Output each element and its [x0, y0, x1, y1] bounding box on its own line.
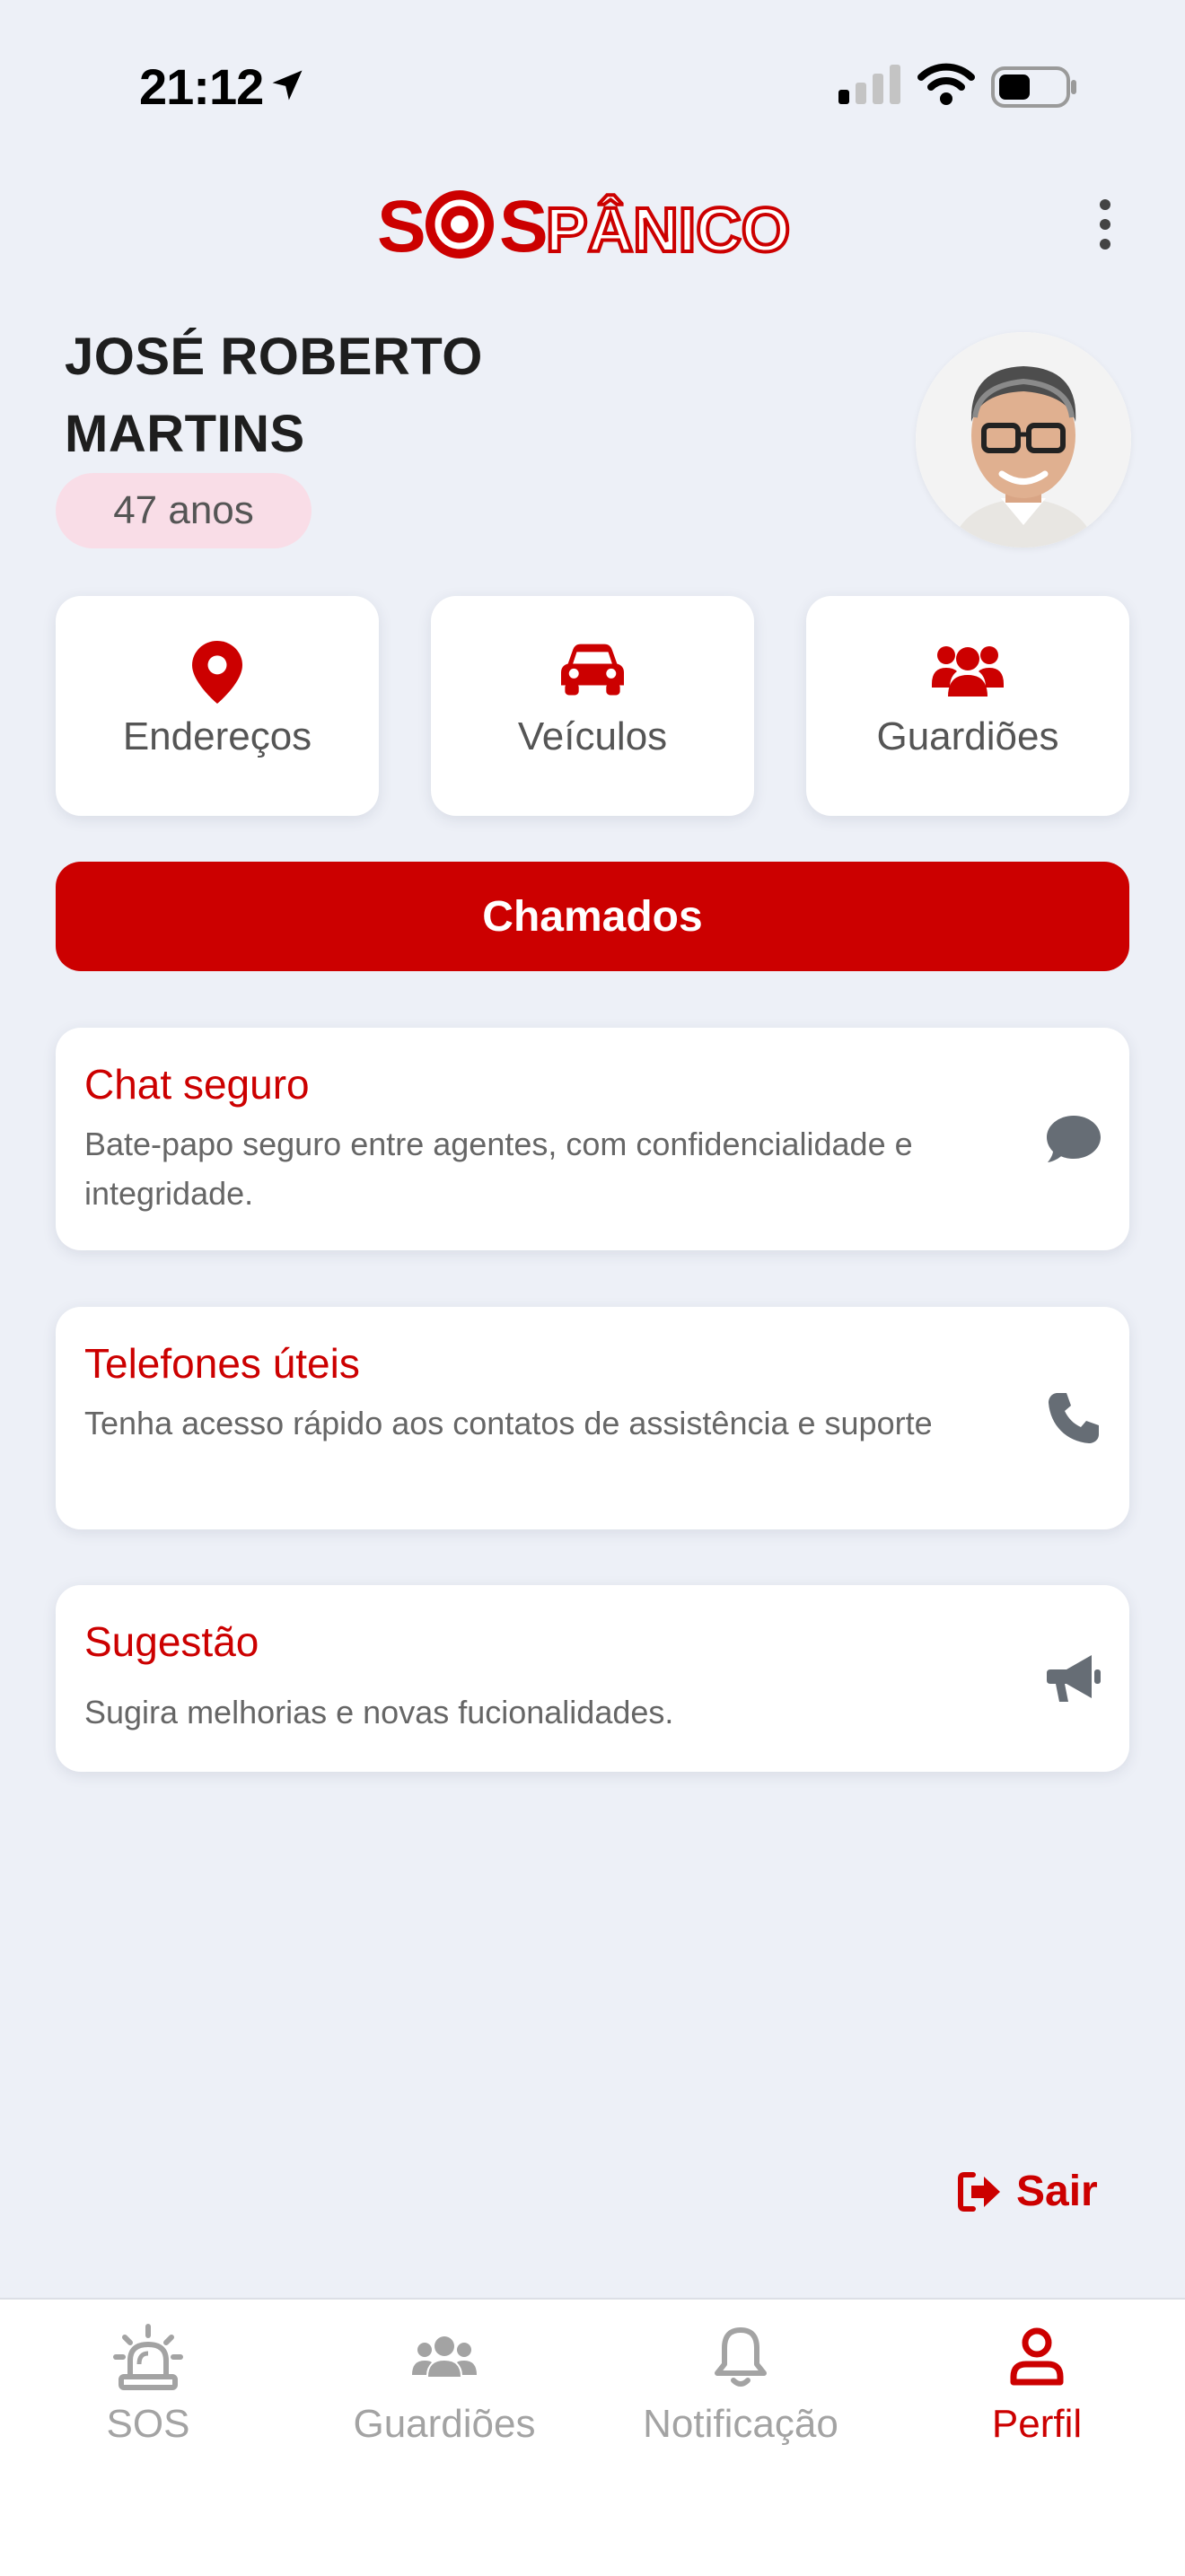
useful-phones-title: Telefones úteis	[84, 1340, 360, 1387]
tab-guardians[interactable]: Guardiões	[296, 2321, 592, 2447]
users-icon	[932, 646, 1004, 697]
car-icon	[561, 644, 624, 696]
svg-text:S: S	[499, 186, 549, 267]
logout-button[interactable]: Sair	[957, 2167, 1098, 2216]
addresses-card[interactable]: Endereços	[56, 596, 379, 816]
suggestion-title: Sugestão	[84, 1618, 259, 1665]
tab-profile-label: Perfil	[991, 2402, 1083, 2446]
tab-notifications-label: Notificação	[643, 2402, 838, 2446]
secure-chat-title: Chat seguro	[84, 1061, 310, 1108]
megaphone-icon	[1047, 1655, 1101, 1702]
secure-chat-description: Bate-papo seguro entre agentes, com conf…	[84, 1126, 913, 1212]
suggestion-card[interactable]: Sugestão Sugira melhorias e novas fucion…	[56, 1585, 1129, 1772]
user-name: JOSÉ ROBERTO MARTINS	[65, 319, 483, 473]
tab-profile[interactable]: Perfil	[889, 2321, 1185, 2447]
chamados-button[interactable]: Chamados	[56, 862, 1129, 971]
user-icon	[1010, 2327, 1064, 2386]
useful-phones-card[interactable]: Telefones úteis Tenha acesso rápido aos …	[56, 1307, 1129, 1529]
vehicles-card[interactable]: Veículos	[431, 596, 754, 816]
avatar[interactable]	[916, 332, 1131, 548]
location-arrow-icon	[272, 70, 303, 101]
tab-sos[interactable]: SOS	[0, 2321, 296, 2447]
users-icon	[412, 2336, 477, 2377]
siren-icon	[113, 2324, 183, 2390]
svg-text:PÂNICO: PÂNICO	[546, 194, 790, 265]
user-name-line1: JOSÉ ROBERTO	[65, 328, 483, 386]
user-name-line2: MARTINS	[65, 405, 305, 463]
age-badge: 47 anos	[56, 473, 312, 548]
bell-icon	[715, 2327, 767, 2387]
more-options-icon[interactable]	[1092, 197, 1119, 251]
suggestion-description: Sugira melhorias e novas fucionalidades.	[84, 1694, 674, 1730]
battery-icon	[991, 66, 1076, 108]
map-pin-icon	[192, 641, 242, 704]
useful-phones-description: Tenha acesso rápido aos contatos de assi…	[84, 1405, 933, 1441]
guardians-card[interactable]: Guardiões	[806, 596, 1129, 816]
secure-chat-card[interactable]: Chat seguro Bate-papo seguro entre agent…	[56, 1028, 1129, 1250]
phone-icon	[1049, 1393, 1099, 1443]
tab-notifications[interactable]: Notificação	[592, 2321, 889, 2447]
wifi-icon	[917, 63, 975, 105]
tab-sos-label: SOS	[106, 2402, 190, 2446]
sos-panico-logo: S S PÂNICO	[377, 186, 792, 267]
cellular-signal-icon	[838, 65, 900, 104]
avatar-photo	[916, 332, 1131, 548]
tab-guardians-label: Guardiões	[353, 2402, 536, 2446]
svg-text:S: S	[377, 186, 426, 267]
sign-out-icon	[958, 2171, 1000, 2212]
chat-bubble-icon	[1047, 1116, 1101, 1162]
vehicles-label: Veículos	[517, 714, 668, 758]
status-time: 21:12	[139, 58, 264, 115]
addresses-label: Endereços	[122, 714, 312, 758]
logout-label: Sair	[1016, 2168, 1098, 2215]
guardians-label: Guardiões	[876, 714, 1059, 758]
